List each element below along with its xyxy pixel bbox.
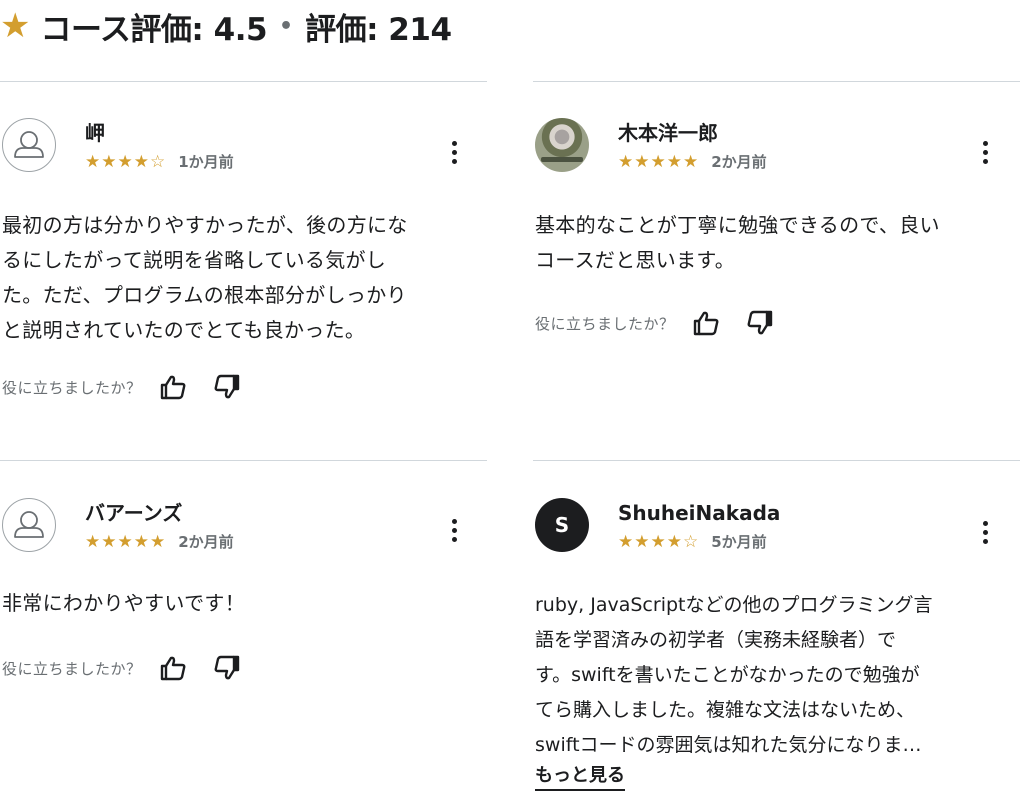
review-text: 基本的なことが丁寧に勉強できるので、良い コースだと思います。: [535, 213, 940, 272]
more-options-icon[interactable]: [442, 134, 466, 170]
reviewer-name: バアーンズ: [85, 501, 183, 525]
review-text: 非常にわかりやすいです！: [2, 591, 245, 615]
star-rating: ★★★★☆: [85, 152, 167, 172]
star-rating: ★★★★☆: [618, 532, 700, 552]
divider: [533, 460, 1020, 461]
thumbs-up-icon[interactable]: [691, 308, 721, 338]
default-user-icon: [2, 118, 56, 172]
reviewer-name: ShuheiNakada: [618, 501, 781, 525]
review-meta: ★★★★★ 2か月前: [618, 152, 767, 172]
more-options-icon[interactable]: [973, 134, 997, 170]
review-card: 岬 ★★★★☆ 1か月前 最初の方は分かりやすかったが、後の方にな るにしたがっ…: [2, 118, 482, 418]
review-date: 5か月前: [711, 533, 767, 551]
review-meta: ★★★★★ 2か月前: [85, 532, 234, 552]
course-rating-label: コース評価: 4.5: [40, 11, 268, 48]
show-more-link[interactable]: もっと見る: [535, 764, 625, 791]
user-photo-avatar: [535, 118, 589, 172]
review-meta: ★★★★☆ 1か月前: [85, 152, 234, 172]
helpful-prompt: 役に立ちましたか？: [2, 653, 242, 683]
review-date: 1か月前: [178, 153, 234, 171]
divider: [0, 81, 487, 82]
star-rating: ★★★★★: [85, 532, 167, 552]
thumbs-down-icon[interactable]: [745, 308, 775, 338]
review-text: 最初の方は分かりやすかったが、後の方にな るにしたがって説明を省略している気がし…: [2, 213, 408, 342]
user-initial-avatar: S: [535, 498, 589, 552]
review-date: 2か月前: [178, 533, 234, 551]
thumbs-down-icon[interactable]: [212, 372, 242, 402]
thumbs-up-icon[interactable]: [158, 653, 188, 683]
default-user-icon: [2, 498, 56, 552]
rating-count-label: 評価: 214: [305, 11, 452, 48]
helpful-question: 役に立ちましたか？: [2, 659, 142, 678]
divider: [533, 81, 1020, 82]
separator-dot: •: [279, 13, 294, 39]
reviewer-name: 木本洋一郎: [618, 121, 718, 145]
helpful-question: 役に立ちましたか？: [2, 378, 142, 397]
review-card: 木本洋一郎 ★★★★★ 2か月前 基本的なことが丁寧に勉強できるので、良い コー…: [535, 118, 1015, 358]
review-card: バアーンズ ★★★★★ 2か月前 非常にわかりやすいです！ 役に立ちましたか？: [2, 498, 482, 698]
helpful-question: 役に立ちましたか？: [535, 314, 675, 333]
helpful-prompt: 役に立ちましたか？: [535, 308, 775, 338]
divider: [0, 460, 487, 461]
review-card: S ShuheiNakada ★★★★☆ 5か月前 ruby, JavaScri…: [535, 498, 1020, 793]
star-icon: ★: [0, 6, 31, 46]
reviewer-name: 岬: [85, 121, 105, 145]
review-date: 2か月前: [711, 153, 767, 171]
thumbs-down-icon[interactable]: [212, 653, 242, 683]
course-rating-header: ★ コース評価: 4.5 • 評価: 214: [0, 2, 452, 50]
review-text: ruby, JavaScriptなどの他のプログラミング言 語を学習済みの初学者…: [535, 594, 933, 756]
more-options-icon[interactable]: [442, 512, 466, 548]
thumbs-up-icon[interactable]: [158, 372, 188, 402]
review-meta: ★★★★☆ 5か月前: [618, 532, 767, 552]
more-options-icon[interactable]: [973, 514, 997, 550]
helpful-prompt: 役に立ちましたか？: [2, 372, 242, 402]
star-rating: ★★★★★: [618, 152, 700, 172]
